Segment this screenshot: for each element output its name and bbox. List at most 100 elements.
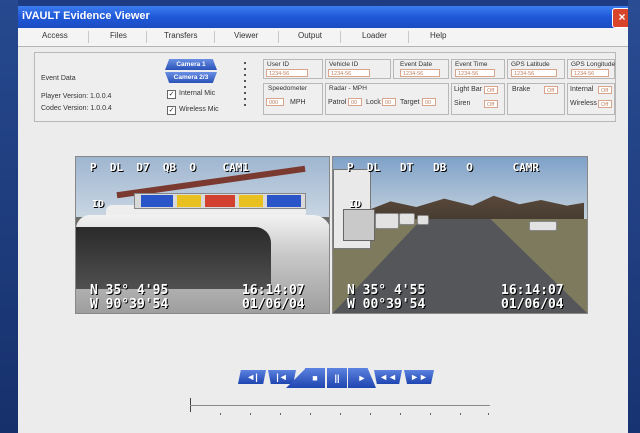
timeline-tick xyxy=(400,413,401,415)
tab-transfers[interactable]: Transfers xyxy=(164,31,198,40)
event-time-group: Event Time 1234-56 xyxy=(451,59,505,79)
pause-button[interactable]: || xyxy=(327,368,347,388)
radar-patrol-value: 00 xyxy=(348,98,362,106)
event-time-label: Event Time xyxy=(455,61,488,68)
radar-target-value: 00 xyxy=(422,98,436,106)
player-version: Player Version: 1.0.0.4 xyxy=(41,93,112,100)
lightbar-blue xyxy=(141,195,173,207)
video-osd-date: 01/06/04 xyxy=(501,297,564,312)
camera1-button[interactable]: Camera 1 xyxy=(165,59,217,70)
wireless-mic-checkbox[interactable]: ✓ xyxy=(167,106,176,115)
lightbar-siren-group: Light Bar Off Siren Off xyxy=(451,83,505,115)
camera23-button[interactable]: Camera 2/3 xyxy=(165,72,217,83)
speedometer-group: Speedometer 000 MPH xyxy=(263,83,323,115)
timeline-tick xyxy=(280,413,281,415)
video-osd-time: 16:14:07 xyxy=(242,283,305,298)
light-bar-label: Light Bar xyxy=(454,86,483,93)
video-vehicle xyxy=(399,213,415,225)
speedometer-label: Speedometer xyxy=(268,85,308,92)
speedometer-value: 000 xyxy=(266,98,284,106)
brake-label: Brake xyxy=(512,86,531,93)
camera1-video[interactable]: P DL D7 QB O CAM1 ID N 35° 4'95 W 90°39'… xyxy=(75,156,330,314)
timeline-track[interactable] xyxy=(190,405,490,406)
event-date-label: Event Date xyxy=(400,61,433,68)
internal-label: Internal xyxy=(570,86,594,93)
siren-label: Siren xyxy=(454,100,471,107)
panel-divider xyxy=(244,62,246,110)
tab-access[interactable]: Access xyxy=(42,31,68,40)
timeline-tick xyxy=(488,413,489,415)
radar-lock-value: 00 xyxy=(382,98,396,106)
internal-value: Off xyxy=(598,86,612,94)
codec-version: Codec Version: 1.0.0.4 xyxy=(41,105,112,112)
video-vehicle xyxy=(375,213,399,229)
tab-divider xyxy=(214,31,215,43)
gps-latitude-label: GPS Latitude xyxy=(511,61,550,68)
stop-button[interactable]: ■ xyxy=(305,368,325,388)
event-data-panel: Event Data Player Version: 1.0.0.4 Codec… xyxy=(34,52,616,122)
event-date-group: Event Date 1234-56 xyxy=(393,59,449,79)
video-osd-top: P DL D7 QB O CAM1 xyxy=(90,161,249,174)
gps-longitude-label: GPS Longitude xyxy=(571,61,616,68)
wireless-value: Off xyxy=(598,100,612,108)
fast-forward-button[interactable]: ►► xyxy=(404,370,434,384)
gps-longitude-group: GPS Longitude 1234-56 xyxy=(567,59,615,79)
video-osd-lat: N 35° 4'95 xyxy=(90,283,169,298)
video-osd-top: P DL DT DB O CAMR xyxy=(347,161,540,174)
desktop-right xyxy=(628,0,640,433)
gps-latitude-value: 1234-56 xyxy=(511,69,557,77)
user-id-value: 1234-56 xyxy=(266,69,308,77)
tab-divider xyxy=(146,31,147,43)
siren-value: Off xyxy=(484,100,498,108)
radar-target-label: Target xyxy=(400,99,420,106)
tab-bar: Access Files Transfers Viewer Output Loa… xyxy=(18,28,628,47)
timeline-tick xyxy=(430,413,431,415)
window-title: iVAULT Evidence Viewer xyxy=(22,10,150,22)
close-button[interactable]: × xyxy=(612,8,628,28)
video-osd-date: 01/06/04 xyxy=(242,297,305,312)
timeline-tick xyxy=(250,413,251,415)
radar-lock-label: Lock xyxy=(366,99,381,106)
tab-viewer[interactable]: Viewer xyxy=(234,31,258,40)
prev-chapter-button[interactable]: ◄| xyxy=(238,370,266,384)
video-vehicle xyxy=(417,215,429,225)
timeline-tick xyxy=(220,413,221,415)
vehicle-id-value: 1234-56 xyxy=(328,69,370,77)
vehicle-id-label: Vehicle ID xyxy=(329,61,359,68)
title-bar: iVAULT Evidence Viewer × xyxy=(18,6,628,28)
tab-loader[interactable]: Loader xyxy=(362,31,387,40)
vehicle-id-group: Vehicle ID 1234-56 xyxy=(325,59,391,79)
tab-help[interactable]: Help xyxy=(430,31,446,40)
video-osd-lon: W 90°39'54 xyxy=(90,297,169,312)
gps-longitude-value: 1234-56 xyxy=(571,69,609,77)
tab-files[interactable]: Files xyxy=(110,31,127,40)
step-back-button[interactable]: |◄ xyxy=(268,370,296,384)
brake-group: Brake Off xyxy=(507,83,565,115)
tab-output[interactable]: Output xyxy=(298,31,322,40)
desktop-left xyxy=(0,0,18,433)
internal-mic-label: Internal Mic xyxy=(179,90,216,97)
video-car-window xyxy=(76,227,271,289)
radar-patrol-label: Patrol xyxy=(328,99,347,106)
event-time-value: 1234-56 xyxy=(455,69,495,77)
camera2-video[interactable]: P DL DT DB O CAMR ID N 35° 4'55 W 00°39'… xyxy=(332,156,588,314)
event-data-label: Event Data xyxy=(41,75,76,82)
lightbar-red xyxy=(205,195,235,207)
timeline-tick xyxy=(340,413,341,415)
user-id-label: User ID xyxy=(267,61,290,68)
wireless-mic-label: Wireless Mic xyxy=(179,106,219,113)
tab-divider xyxy=(278,31,279,43)
gps-latitude-group: GPS Latitude 1234-56 xyxy=(507,59,565,79)
internal-mic-checkbox[interactable]: ✓ xyxy=(167,90,176,99)
event-date-value: 1234-56 xyxy=(400,69,440,77)
video-osd-lat: N 35° 4'55 xyxy=(347,283,426,298)
tab-divider xyxy=(408,31,409,43)
rewind-button[interactable]: ◄◄ xyxy=(374,370,402,384)
wireless-label: Wireless xyxy=(570,100,597,107)
video-osd-time: 16:14:07 xyxy=(501,283,564,298)
tab-divider xyxy=(340,31,341,43)
brake-value: Off xyxy=(544,86,558,94)
lightbar-amber xyxy=(177,195,201,207)
speedometer-unit: MPH xyxy=(290,99,306,106)
mic-status-group: Internal Off Wireless Off xyxy=(567,83,615,115)
